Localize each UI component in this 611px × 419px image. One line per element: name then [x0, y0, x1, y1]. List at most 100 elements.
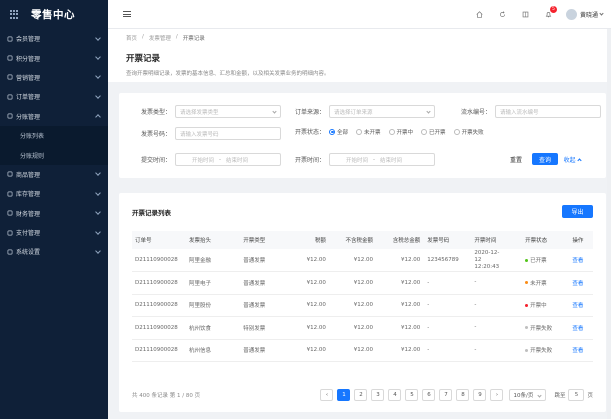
status-radio[interactable]: 未开票 [356, 128, 381, 136]
page-button[interactable]: 2 [354, 389, 368, 401]
search-button[interactable]: 查询 [532, 153, 558, 165]
sidebar-item-label: 库存管理 [16, 191, 41, 199]
fullscreen-icon[interactable] [522, 11, 529, 18]
chevron-down-icon [95, 93, 101, 99]
page-button[interactable]: 8 [456, 389, 470, 401]
sidebar-item-label: 商品管理 [16, 171, 41, 179]
invoice-no-input[interactable]: 请输入发票号码 [175, 127, 281, 140]
tax-cell: ¥12.00 [290, 294, 330, 317]
sidebar-item[interactable]: 营销管理 [0, 68, 108, 87]
table-header-cell: 发票号码 [424, 231, 472, 249]
status-radio[interactable]: 开票中 [388, 128, 413, 136]
status-dot-icon [525, 326, 529, 330]
sidebar-item[interactable]: 商品管理 [0, 165, 108, 184]
invoice-type-cell: 普通发票 [240, 271, 291, 295]
page-title: 开票记录 [126, 54, 161, 64]
chevron-down-icon [95, 73, 101, 80]
sidebar-item-label: 支付管理 [16, 230, 41, 238]
user-menu[interactable]: 黄晓通 [565, 8, 604, 20]
sidebar-item-label: 订单管理 [16, 94, 41, 102]
table-row: D21110900028 杭州饮食 特别发票 ¥12.00 ¥12.00 ¥12.00- -… [132, 316, 593, 340]
invoice-time-cell: - [471, 294, 523, 317]
invoice-time-range[interactable]: 开始时间 - 结束时间 [329, 153, 435, 166]
next-page-button[interactable]: › [490, 389, 504, 401]
breadcrumb-item[interactable]: 首页 [126, 34, 137, 42]
sidebar-item-label: 积分管理 [16, 55, 41, 63]
bell-icon[interactable]: 5 [545, 5, 557, 18]
status-radio[interactable]: 已开票 [421, 128, 446, 136]
notification-badge: 5 [549, 5, 557, 13]
status-radio[interactable]: 全部 [329, 128, 348, 136]
page-button[interactable]: 3 [371, 389, 385, 401]
view-link[interactable]: 查看 [569, 316, 593, 340]
collapse-button[interactable]: 收起 [561, 153, 583, 165]
radio-circle-icon [421, 128, 428, 135]
sidebar-item-label: 会员管理 [16, 36, 41, 44]
table-header-cell: 发票抬头 [185, 231, 241, 249]
sidebar-subitem[interactable]: 分账规则 [0, 145, 108, 165]
sidebar-item[interactable]: 会员管理 [0, 29, 108, 48]
invoice-title-cell: 阿里金融 [185, 249, 241, 272]
view-link[interactable]: 查看 [569, 294, 593, 317]
reset-button[interactable]: 重置 [508, 153, 524, 165]
page-button[interactable]: 1 [337, 389, 351, 401]
chevron-down-icon [426, 109, 431, 114]
top-header: 5 黄晓通 [108, 0, 611, 29]
apps-grid-icon[interactable] [10, 10, 19, 19]
view-link[interactable]: 查看 [569, 339, 593, 362]
invoice-type-cell: 普通发票 [240, 294, 291, 317]
submit-time-range[interactable]: 开始时间 - 结束时间 [175, 153, 281, 166]
page-button[interactable]: 7 [439, 389, 453, 401]
page-size-select[interactable]: 10条/页 [509, 389, 547, 401]
sidebar-item[interactable]: 积分管理 [0, 48, 108, 67]
sidebar-item[interactable]: 订单管理 [0, 87, 108, 106]
chevron-down-icon [272, 109, 277, 114]
status-cell: 开票失败 [522, 339, 570, 362]
flow-no-input[interactable]: 请输入流水编号 [495, 105, 601, 118]
sidebar-subitem[interactable]: 分账列表 [0, 125, 108, 146]
page-header: 首页 / 发票管理 / 开票记录 开票记录 查询开票明细记录，发票的基本信息、汇总和… [108, 29, 611, 82]
view-link[interactable]: 查看 [569, 249, 593, 272]
radio-circle-icon [453, 128, 460, 135]
sidebar-item-label: 分账管理 [16, 113, 41, 121]
invoice-table-card: 开票记录列表 导出 订单号 发票抬头 开票类型 税额 不含税金额 含税总金额 发票号码 开票时… [119, 193, 606, 412]
sidebar-item[interactable]: 分账管理 [0, 107, 108, 126]
tax-cell: ¥12.00 [290, 249, 330, 272]
invoice-type-select[interactable]: 请选择发票类型 [175, 105, 281, 118]
sidebar-item[interactable]: 财务管理 [0, 204, 108, 223]
status-cell: 开票失败 [522, 316, 570, 340]
breadcrumb-item[interactable]: 发票管理 [149, 34, 171, 42]
prev-page-button[interactable]: ‹ [320, 389, 334, 401]
view-link[interactable]: 查看 [569, 271, 593, 295]
flow-no-label: 流水编号： [460, 109, 491, 116]
sidebar-item[interactable]: 支付管理 [0, 223, 108, 242]
page-button[interactable]: 5 [405, 389, 419, 401]
stock-icon [7, 191, 13, 197]
order-source-select[interactable]: 请选择订单来源 [329, 105, 435, 118]
page-button[interactable]: 6 [422, 389, 436, 401]
chevron-down-icon [95, 114, 101, 121]
page-jump: 跳至 5 页 [554, 389, 593, 401]
table-row: D21110900028 杭州信息 普通发票 ¥12.00 ¥12.00 ¥12.00- -… [132, 339, 593, 362]
export-button[interactable]: 导出 [562, 205, 593, 218]
menu-toggle-icon[interactable] [123, 11, 131, 17]
invoice-type-cell: 普通发票 [240, 339, 291, 362]
status-radio[interactable]: 开票失败 [453, 128, 484, 136]
refresh-icon[interactable] [499, 10, 506, 18]
page-jump-input[interactable]: 5 [568, 389, 585, 401]
settings-icon [7, 249, 13, 255]
untaxed-cell: ¥12.00 [329, 339, 378, 362]
page-button[interactable]: 9 [473, 389, 487, 401]
sidebar-item[interactable]: 库存管理 [0, 184, 108, 203]
table-title: 开票记录列表 [132, 209, 171, 217]
order-no-cell: D21110900028 [132, 271, 186, 295]
invoice-time-cell: - [471, 339, 523, 362]
home-icon[interactable] [476, 10, 483, 18]
chevron-down-icon [95, 54, 101, 60]
page-button[interactable]: 4 [388, 389, 402, 401]
order-no-cell: D21110900028 [132, 316, 186, 340]
page-scrollbar[interactable] [607, 29, 611, 419]
invoice-no-cell: 123456789 [424, 249, 472, 272]
sidebar-item[interactable]: 系统设置 [0, 242, 108, 261]
invoice-time-cell: - [471, 316, 523, 340]
